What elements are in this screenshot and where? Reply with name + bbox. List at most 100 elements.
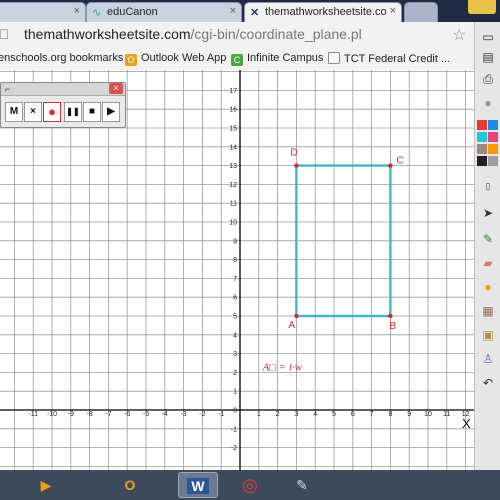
color-swatch-blue[interactable]: [488, 120, 498, 130]
cancel-recording-button[interactable]: ×: [24, 102, 42, 122]
new-tab-button[interactable]: [404, 2, 438, 22]
bookmark-outlook[interactable]: O Outlook Web App: [125, 52, 226, 66]
y-tick-label: 14: [229, 144, 237, 151]
page-info-icon[interactable]: ⎕: [0, 26, 8, 43]
x-tick-label: 5: [332, 411, 336, 418]
play-circle-icon[interactable]: ●: [478, 94, 498, 112]
x-tick-label: -1: [218, 411, 224, 418]
folder-icon[interactable]: ▤: [478, 48, 498, 66]
record-button[interactable]: ●: [43, 102, 61, 122]
x-tick-label: -5: [143, 411, 149, 418]
recorder-titlebar[interactable]: ⌐ ×: [1, 83, 125, 96]
chrome-task-icon[interactable]: ◎: [230, 472, 270, 498]
coordinate-plane[interactable]: -11 -10 -9 -8 -7 -6 -5 -4 -3 -2 -1 1 2 3 4 5 6 7 8 9 10 11 12 1…: [0, 70, 474, 470]
printer-icon[interactable]: ⎙: [478, 70, 498, 88]
shapes-icon[interactable]: ▦: [478, 302, 498, 320]
x-tick-label: -9: [68, 411, 74, 418]
vertex-point: [388, 163, 393, 168]
undo-icon[interactable]: ↶: [478, 374, 498, 392]
menu-button[interactable]: M: [5, 102, 23, 122]
tab-label: eduCanon: [107, 6, 158, 18]
y-tick-label: 1: [233, 389, 237, 396]
taskbar: ▶ O W ◎ ✎: [0, 470, 500, 500]
bookmark-label: Infinite Campus: [247, 52, 324, 64]
y-tick-label: 15: [229, 126, 237, 133]
y-tick-label: 3: [233, 351, 237, 358]
tab-themathworksheetsite[interactable]: ✕ themathworksheetsite.co ×: [244, 2, 402, 22]
y-tick-label: 10: [229, 220, 237, 227]
screen-recorder-panel[interactable]: ⌐ × M × ● ❚❚ ■ ▶: [0, 82, 126, 128]
vertex-label: B: [389, 321, 396, 332]
x-tick-label: 9: [407, 411, 411, 418]
pause-button[interactable]: ❚❚: [64, 102, 82, 122]
eraser-icon[interactable]: ▰: [478, 254, 498, 272]
y-tick-label: 11: [230, 201, 237, 208]
pen-task-icon[interactable]: ✎: [282, 472, 322, 498]
annotation-toolbar: ▭ ▤ ⎙ ● ▯ ➤ ✎ ▰ ● ▦ ▣ ♙ ↶: [474, 22, 500, 470]
outlook-task-icon[interactable]: O: [110, 472, 150, 498]
line-width-slider[interactable]: ▯: [478, 177, 498, 195]
y-tick-label: 2: [233, 370, 237, 377]
x-tick-label: -4: [162, 411, 168, 418]
x-tick-label: -2: [199, 411, 205, 418]
bookmark-star-icon[interactable]: ☆: [452, 25, 466, 45]
url-host: themathworksheetsite.com: [24, 26, 191, 42]
y-tick-label: 8: [233, 257, 237, 264]
vertex-label: C: [396, 156, 403, 167]
y-tick-label: 9: [233, 238, 237, 245]
y-tick-label: 0: [233, 408, 237, 415]
bookmark-enschools[interactable]: enschools.org bookmarks: [0, 52, 123, 64]
x-tick-label: 7: [370, 411, 374, 418]
close-icon[interactable]: ×: [230, 5, 236, 17]
x-tick-label: -10: [47, 411, 57, 418]
x-tick-label: 8: [388, 411, 392, 418]
bookmark-infinite-campus[interactable]: C Infinite Campus: [231, 52, 323, 66]
color-swatch-orange[interactable]: [488, 144, 498, 154]
color-swatch-cyan[interactable]: [477, 132, 487, 142]
area-formula: A□ = l·w: [262, 362, 303, 374]
highlighter-icon[interactable]: ●: [478, 278, 498, 296]
stop-button[interactable]: ■: [83, 102, 101, 122]
cursor-icon[interactable]: ➤: [478, 204, 498, 222]
play-button[interactable]: ▶: [102, 102, 120, 122]
bookmark-label: enschools.org bookmarks: [0, 52, 124, 64]
tab-strip: ▫ × ∿ eduCanon × ✕ themathworksheetsite.…: [0, 0, 500, 22]
recorder-app-icon: ⌐: [5, 84, 11, 94]
color-swatch-pink[interactable]: [488, 132, 498, 142]
bookmark-label: TCT Federal Credit ...: [344, 53, 451, 65]
media-app-icon[interactable]: ▶: [26, 472, 66, 498]
word-task-icon[interactable]: W: [178, 472, 218, 498]
vertex-point: [294, 163, 299, 168]
color-swatch-brown[interactable]: [477, 144, 487, 154]
y-tick-label: 4: [233, 332, 237, 339]
color-swatch-gray[interactable]: [488, 156, 498, 166]
x-tick-label: -7: [105, 411, 111, 418]
tab-1[interactable]: ▫ ×: [0, 2, 86, 22]
x-tick-label: 2: [276, 411, 280, 418]
tab-educanon[interactable]: ∿ eduCanon ×: [86, 2, 242, 22]
x-tick-label: 3: [294, 411, 298, 418]
spotlight-icon[interactable]: ♙: [478, 350, 498, 368]
y-tick-label: 13: [229, 163, 237, 170]
window-icon[interactable]: ▭: [478, 28, 498, 46]
close-icon[interactable]: ×: [109, 83, 123, 94]
color-swatch-red[interactable]: [477, 120, 487, 130]
bookmarks-bar: enschools.org bookmarks O Outlook Web App…: [0, 48, 474, 71]
color-swatch-black[interactable]: [477, 156, 487, 166]
address-bar[interactable]: ⎕ themathworksheetsite.com/cgi-bin/coord…: [0, 22, 474, 49]
bookmark-tct[interactable]: TCT Federal Credit ...: [328, 52, 450, 65]
vertex-point: [388, 313, 393, 319]
url-text[interactable]: themathworksheetsite.com/cgi-bin/coordin…: [24, 26, 362, 42]
coordinate-plane-svg: -11 -10 -9 -8 -7 -6 -5 -4 -3 -2 -1 1 2 3 4 5 6 7 8 9 10 11 121…: [0, 70, 474, 470]
page-icon: [328, 52, 340, 64]
y-tick-label: 16: [229, 107, 237, 114]
stamp-icon[interactable]: ▣: [478, 326, 498, 344]
user-badge[interactable]: [468, 0, 496, 14]
close-icon[interactable]: ×: [390, 5, 396, 17]
x-axis-label: X: [462, 416, 471, 431]
close-icon[interactable]: ×: [74, 5, 80, 17]
y-tick-label: -2: [231, 445, 237, 452]
pen-icon[interactable]: ✎: [478, 230, 498, 248]
campus-icon: C: [231, 54, 243, 66]
vertex-label: D: [290, 148, 297, 159]
